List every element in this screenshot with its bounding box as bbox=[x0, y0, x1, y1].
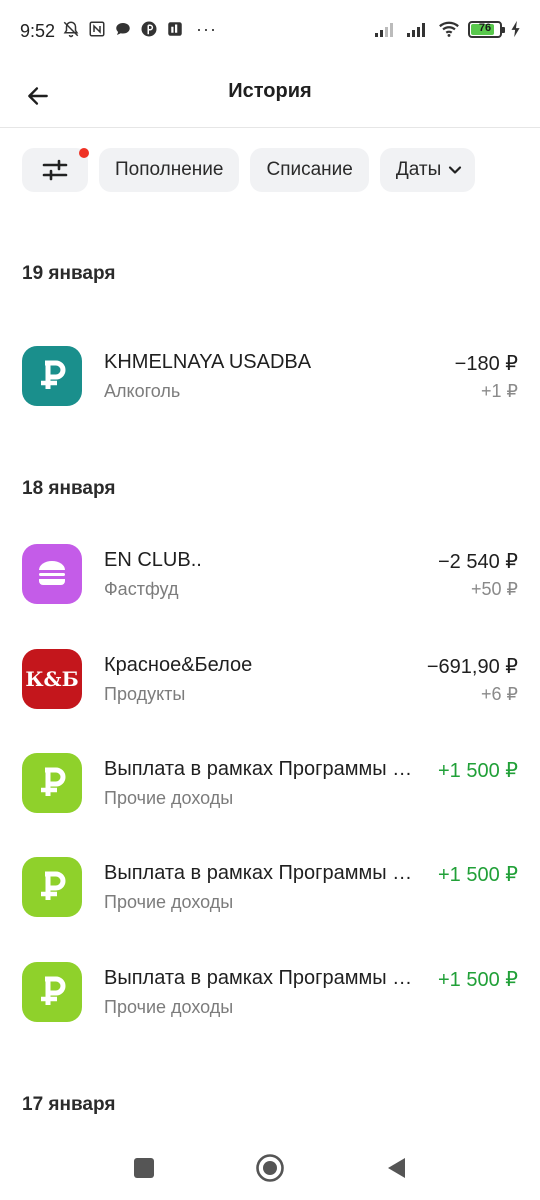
transaction-merchant: KHMELNAYA USADBA bbox=[104, 351, 312, 373]
transaction-bonus: +1 ₽ bbox=[481, 381, 518, 401]
transaction-category: Продукты bbox=[104, 684, 186, 704]
transaction-amount: +1 500 ₽ bbox=[437, 760, 518, 782]
app-icon bbox=[168, 22, 182, 36]
transaction-merchant: Выплата в рамках Программы лояльности bbox=[104, 967, 414, 989]
system-navbar bbox=[0, 1136, 540, 1200]
transaction-icon bbox=[22, 962, 82, 1022]
nfc-icon bbox=[89, 21, 105, 37]
chip-dates-label: Даты bbox=[395, 159, 442, 180]
status-time: 9:52 bbox=[20, 21, 56, 41]
filter-bar: Пополнение Списание Даты bbox=[22, 148, 476, 192]
system-back-button[interactable] bbox=[380, 1152, 412, 1184]
date-heading: 17 января bbox=[22, 1094, 116, 1115]
wifi-icon bbox=[439, 21, 459, 37]
transaction-bonus: +6 ₽ bbox=[481, 684, 518, 704]
transaction-icon bbox=[22, 753, 82, 813]
ruble-icon bbox=[41, 360, 66, 389]
signal-icon bbox=[375, 23, 393, 37]
filter-settings-button[interactable] bbox=[22, 148, 89, 192]
transaction-category: Фастфуд bbox=[104, 579, 179, 599]
recents-button[interactable] bbox=[128, 1152, 160, 1184]
ruble-icon bbox=[41, 767, 66, 796]
mute-bell-icon bbox=[63, 21, 79, 38]
app-header: История bbox=[0, 64, 540, 128]
status-more-dots: ··· bbox=[196, 19, 217, 39]
chevron-down-icon bbox=[449, 166, 462, 174]
transaction-amount: −2 540 ₽ bbox=[437, 551, 518, 573]
transaction-merchant: Выплата в рамках Программы лояльности bbox=[104, 758, 414, 780]
ruble-icon bbox=[41, 976, 66, 1005]
transaction-merchant: Выплата в рамках Программы лояльности bbox=[104, 862, 414, 884]
pinterest-icon bbox=[141, 21, 157, 37]
status-icons-left: ··· bbox=[62, 20, 217, 38]
kb-logo: К&Б bbox=[22, 649, 82, 709]
burger-icon bbox=[39, 561, 65, 585]
chip-expense[interactable]: Списание bbox=[250, 148, 369, 192]
transaction-category: Прочие доходы bbox=[104, 788, 234, 808]
battery-icon: 76 bbox=[468, 20, 505, 38]
page-title: История bbox=[228, 80, 312, 102]
status-bar: 9:52 ··· 76 bbox=[0, 0, 540, 64]
recents-square-icon bbox=[134, 1158, 154, 1178]
transaction-row[interactable]: Выплата в рамках Программы лояльности Пр… bbox=[0, 847, 540, 927]
date-heading: 19 января bbox=[22, 263, 116, 284]
transaction-row[interactable]: К&Б Красное&Белое Продукты −691,90 ₽ +6 … bbox=[0, 639, 540, 719]
transaction-amount: +1 500 ₽ bbox=[437, 969, 518, 991]
transaction-amount: −691,90 ₽ bbox=[426, 656, 518, 678]
back-triangle-icon bbox=[388, 1158, 405, 1178]
charging-icon bbox=[511, 20, 520, 38]
status-icons-right: 76 bbox=[374, 20, 522, 38]
transaction-row[interactable]: Выплата в рамках Программы лояльности Пр… bbox=[0, 952, 540, 1032]
transaction-row[interactable]: Выплата в рамках Программы лояльности Пр… bbox=[0, 743, 540, 823]
battery-nub bbox=[502, 26, 505, 33]
active-filter-dot bbox=[79, 148, 89, 158]
transaction-icon bbox=[22, 346, 82, 406]
signal-icon bbox=[407, 23, 425, 37]
chip-dates[interactable]: Даты bbox=[379, 148, 476, 192]
ruble-icon bbox=[41, 871, 66, 900]
transaction-category: Прочие доходы bbox=[104, 892, 234, 912]
transaction-merchant: EN CLUB.. bbox=[104, 549, 202, 571]
transaction-category: Прочие доходы bbox=[104, 997, 234, 1017]
transaction-amount: +1 500 ₽ bbox=[437, 864, 518, 886]
transaction-icon bbox=[22, 544, 82, 604]
sliders-icon bbox=[42, 159, 68, 181]
home-circle-icon bbox=[256, 1154, 284, 1182]
transaction-icon bbox=[22, 857, 82, 917]
transaction-bonus: +50 ₽ bbox=[471, 579, 518, 599]
home-button[interactable] bbox=[254, 1152, 286, 1184]
kb-logo-text: К&Б bbox=[25, 667, 79, 691]
transaction-category: Алкоголь bbox=[104, 381, 181, 401]
transaction-row[interactable]: KHMELNAYA USADBA Алкоголь −180 ₽ +1 ₽ bbox=[0, 336, 540, 416]
chat-bubble-icon bbox=[116, 23, 130, 35]
date-heading: 18 января bbox=[22, 478, 116, 499]
transaction-row[interactable]: EN CLUB.. Фастфуд −2 540 ₽ +50 ₽ bbox=[0, 534, 540, 614]
transaction-amount: −180 ₽ bbox=[454, 353, 518, 375]
transaction-merchant: Красное&Белое bbox=[104, 654, 253, 676]
battery-level: 76 bbox=[478, 21, 492, 34]
chip-income[interactable]: Пополнение bbox=[99, 148, 240, 192]
